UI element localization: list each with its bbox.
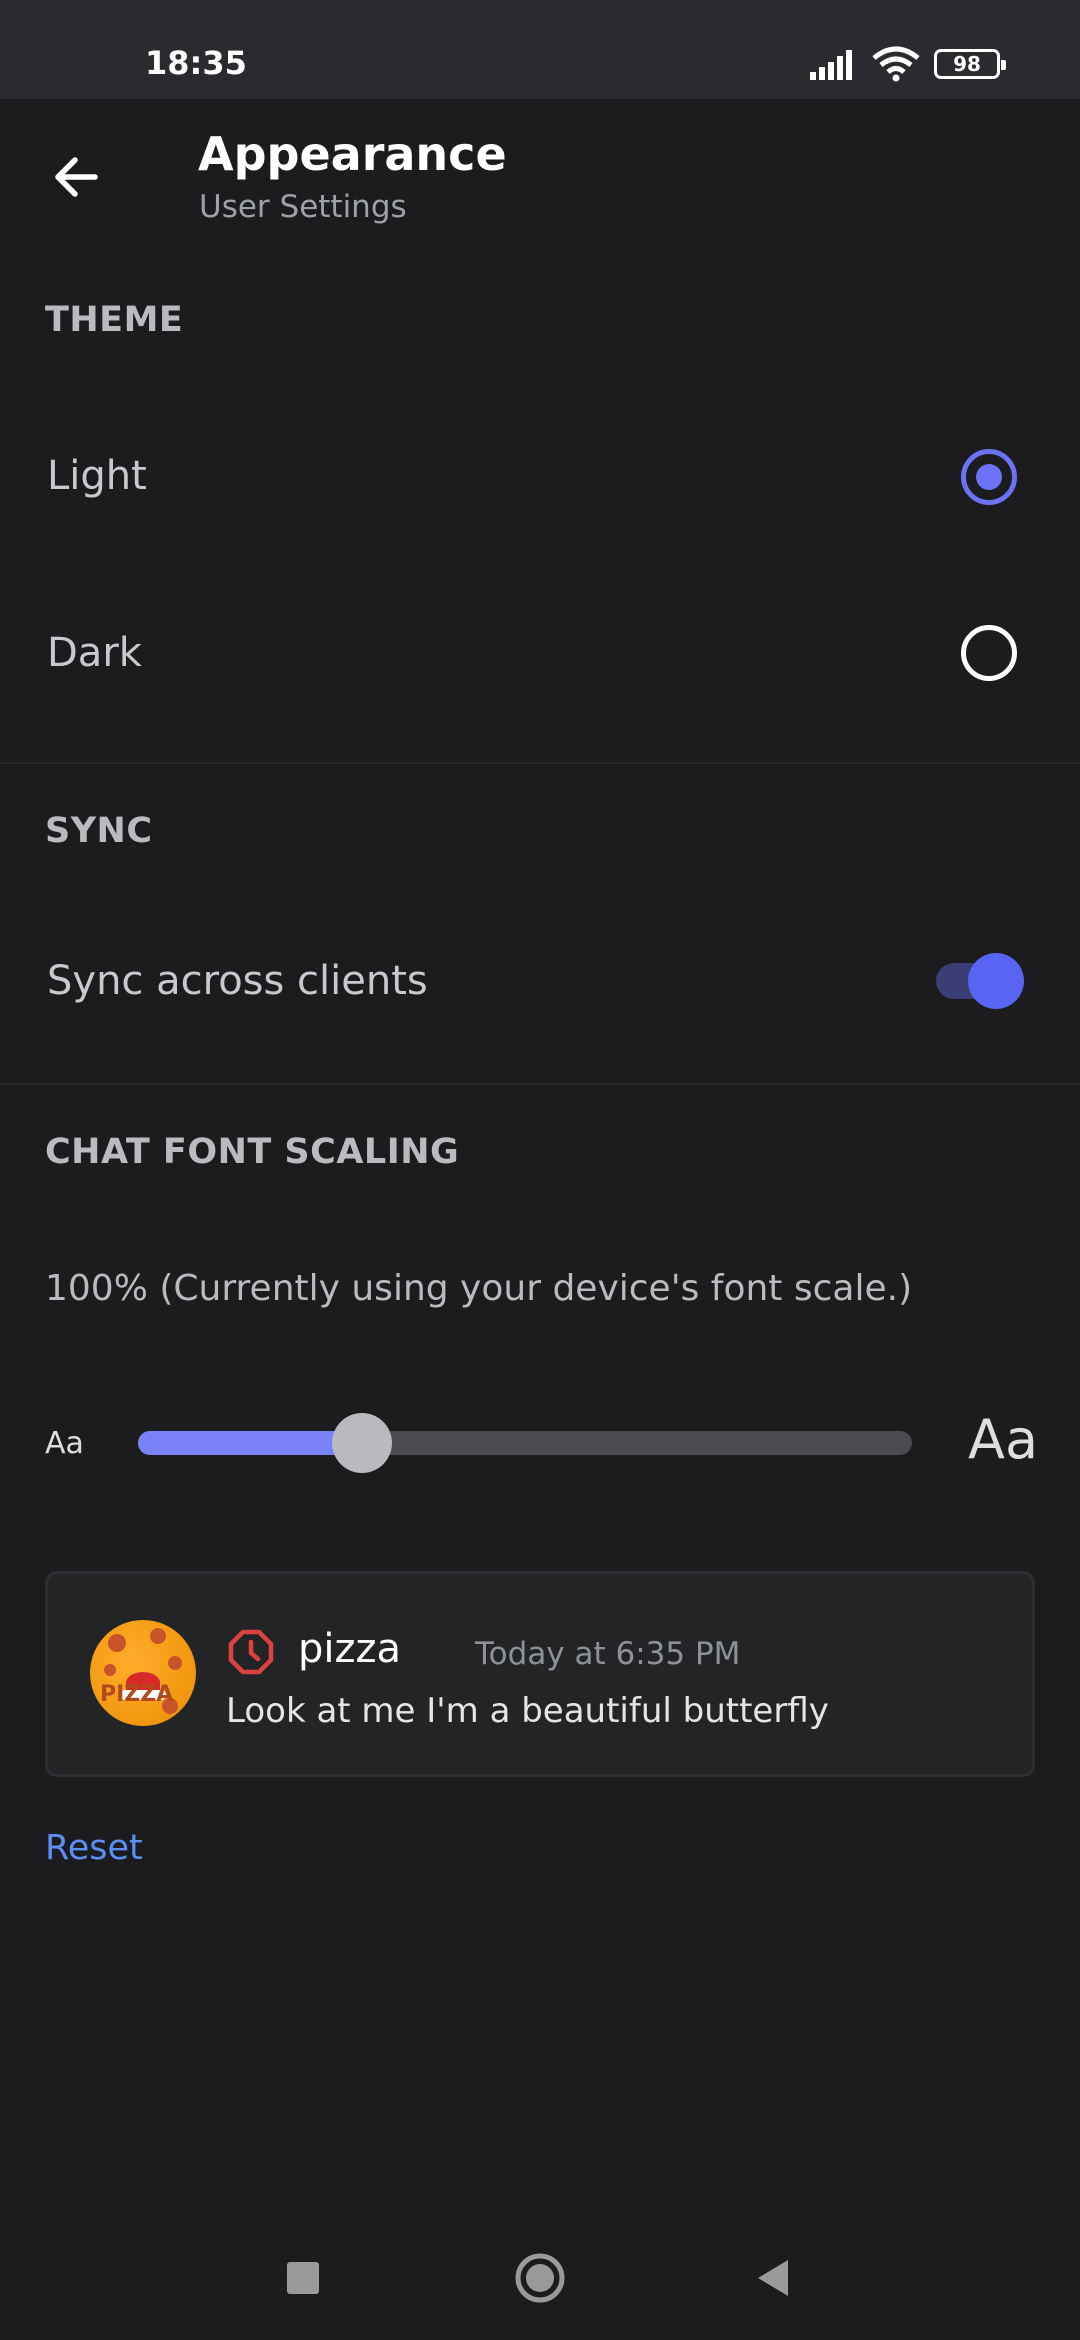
- home-circle-icon[interactable]: [514, 2252, 566, 2304]
- reset-button[interactable]: Reset: [45, 1828, 143, 1868]
- back-triangle-icon[interactable]: [756, 2258, 790, 2298]
- theme-option-light-label: Light: [47, 453, 147, 499]
- divider: [0, 762, 1080, 764]
- header: Appearance User Settings: [0, 99, 1080, 249]
- navigation-bar: [0, 2220, 1080, 2340]
- clock-badge-icon: [228, 1629, 274, 1675]
- avatar: PIZZA: [90, 1620, 196, 1726]
- status-icons: 98: [810, 44, 1006, 84]
- sync-label: Sync across clients: [47, 958, 428, 1004]
- battery-level: 98: [953, 52, 981, 76]
- slider-fill: [138, 1431, 363, 1455]
- theme-option-dark-label: Dark: [47, 630, 142, 676]
- signal-icon: [810, 50, 852, 80]
- sync-section-title: SYNC: [45, 811, 153, 851]
- preview-message: Look at me I'm a beautiful butterfly: [226, 1691, 829, 1731]
- page-title: Appearance: [198, 127, 507, 181]
- recents-square-icon[interactable]: [285, 2260, 321, 2296]
- slider-thumb[interactable]: [332, 1413, 393, 1473]
- font-size-small-label: Aa: [45, 1426, 84, 1461]
- dark-radio[interactable]: [961, 625, 1017, 681]
- avatar-text: PIZZA: [100, 1682, 174, 1707]
- status-bar: 18:35 98: [0, 0, 1080, 99]
- page-subtitle: User Settings: [199, 189, 407, 225]
- arrow-left-icon[interactable]: [45, 144, 111, 210]
- font-size-large-label: Aa: [968, 1408, 1039, 1471]
- status-time: 18:35: [145, 44, 247, 82]
- preview-timestamp: Today at 6:35 PM: [475, 1636, 741, 1672]
- font-scale-slider[interactable]: [138, 1431, 912, 1455]
- font-scale-description: 100% (Currently using your device's font…: [45, 1268, 913, 1309]
- battery-icon: 98: [934, 49, 1006, 79]
- message-preview: PIZZA pizza Today at 6:35 PM Look at me …: [45, 1571, 1035, 1777]
- font-scaling-section-title: CHAT FONT SCALING: [45, 1132, 460, 1172]
- divider: [0, 1083, 1080, 1085]
- theme-section-title: THEME: [45, 300, 184, 340]
- light-radio[interactable]: [961, 449, 1017, 505]
- sync-toggle[interactable]: [968, 953, 1024, 1009]
- wifi-icon: [872, 46, 920, 82]
- preview-username: pizza: [298, 1626, 402, 1672]
